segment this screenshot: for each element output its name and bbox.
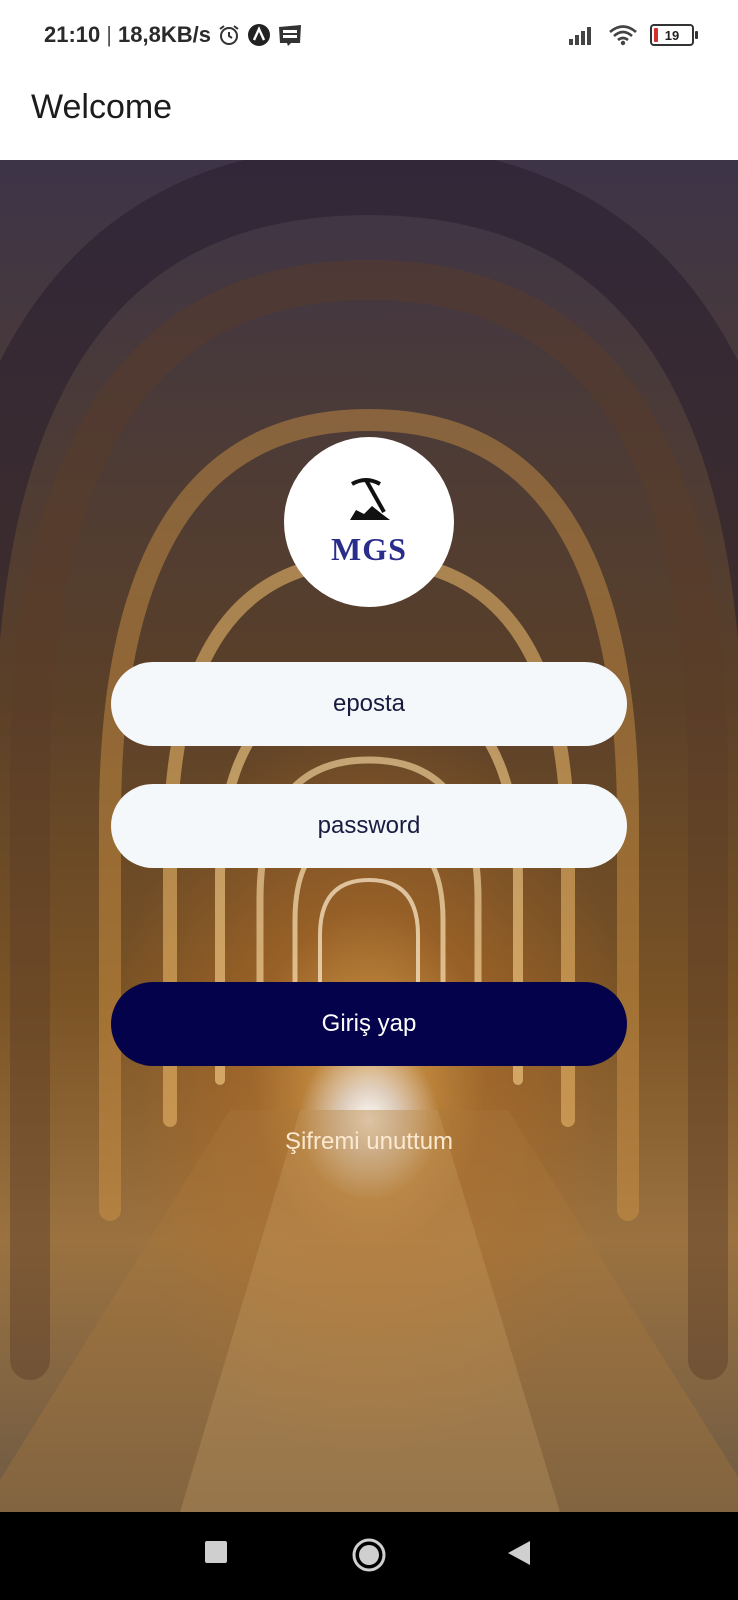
status-left: 21:10 | 18,8KB/s: [44, 20, 303, 50]
battery-level-indicator: [654, 28, 658, 42]
login-button[interactable]: Giriş yap: [111, 982, 627, 1066]
network-speed: 18,8KB/s: [118, 22, 211, 47]
recents-icon[interactable]: [205, 1541, 227, 1563]
status-time: 21:10: [44, 22, 101, 47]
page-title: Welcome: [31, 88, 173, 126]
logo-text: MGS: [331, 531, 407, 567]
webtoon-icon: [277, 23, 303, 47]
alarm-icon: [217, 23, 241, 47]
app-notification-icon: [247, 23, 271, 47]
battery-level: 19: [664, 27, 680, 43]
signal-icon: [568, 24, 596, 46]
email-field[interactable]: [111, 662, 627, 746]
app-bar: Welcome: [0, 70, 738, 160]
system-navigation-bar: [0, 1512, 738, 1600]
login-button-label: Giriş yap: [321, 1010, 417, 1037]
forgot-password-link[interactable]: Şifremi unuttum: [0, 1128, 738, 1156]
wifi-icon: [608, 24, 638, 46]
status-right: 19: [568, 22, 698, 48]
pickaxe-icon: [344, 476, 394, 529]
password-field[interactable]: [111, 784, 627, 868]
back-icon[interactable]: [508, 1541, 530, 1565]
status-separator: |: [106, 22, 112, 47]
app-logo: MGS: [284, 437, 454, 607]
battery-icon: 19: [650, 24, 698, 46]
home-icon[interactable]: [352, 1538, 386, 1572]
status-bar: 21:10 | 18,8KB/s 19: [0, 0, 738, 70]
